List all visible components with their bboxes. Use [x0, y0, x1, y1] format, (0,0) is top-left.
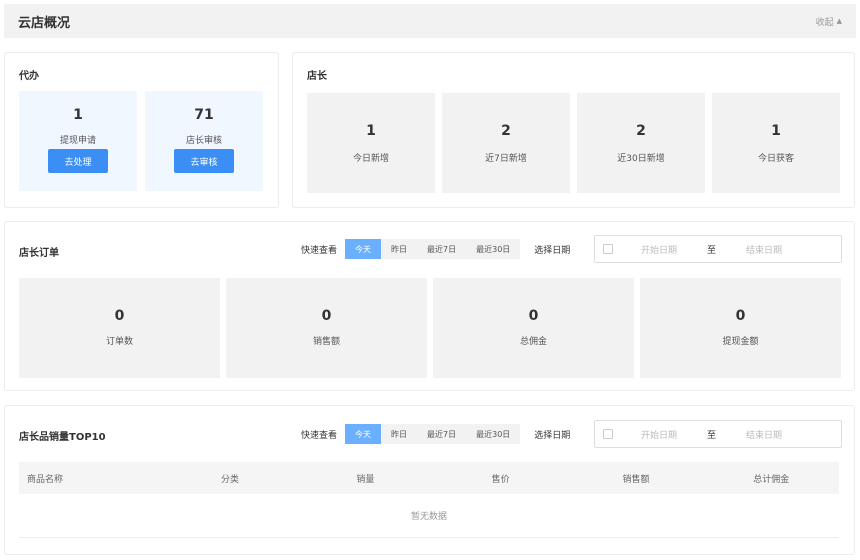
todo-panel: 代办 1 提现申请 去处理 71 店长审核 去审核 — [4, 52, 279, 208]
review-count: 71 — [194, 107, 214, 123]
filter-7days[interactable]: 最近7日 — [417, 239, 467, 259]
stat-label: 近7日新增 — [485, 154, 527, 164]
filter-30days[interactable]: 最近30日 — [466, 424, 521, 444]
select-date-label: 选择日期 — [534, 430, 571, 441]
stat-label: 近30日新增 — [617, 154, 665, 164]
stat-withdraw-amount: 0 提现金额 — [640, 278, 841, 378]
review-button[interactable]: 去审核 — [174, 149, 234, 173]
empty-state: 暂无数据 — [19, 494, 839, 538]
col-price[interactable]: 售价 — [433, 472, 568, 485]
todo-card-withdraw: 1 提现申请 去处理 — [19, 91, 137, 191]
caret-up-icon: ▲ — [836, 17, 842, 25]
stat-label: 订单数 — [105, 337, 133, 347]
calendar-icon — [603, 244, 613, 254]
orders-date-range[interactable]: 开始日期 至 结束日期 — [594, 235, 842, 263]
orders-title: 店长订单 — [19, 248, 59, 259]
start-date-input[interactable]: 开始日期 — [641, 428, 677, 441]
col-product-name[interactable]: 商品名称 — [19, 472, 162, 485]
manager-panel: 店长 1 今日新增 2 近7日新增 2 近30日新增 1 今日获客 — [292, 52, 855, 208]
end-date-input[interactable]: 结束日期 — [746, 428, 782, 441]
stat-label: 提现金额 — [722, 337, 759, 347]
stat-value: 1 — [771, 123, 781, 139]
top10-title: 店长品销量TOP10 — [19, 432, 106, 443]
quick-view-label: 快速查看 — [301, 430, 338, 441]
top10-panel: 店长品销量TOP10 快速查看 今天 昨日 最近7日 最近30日 选择日期 开始… — [4, 405, 855, 555]
stat-label: 今日新增 — [352, 154, 389, 164]
stat-value: 1 — [366, 123, 376, 139]
filter-today[interactable]: 今天 — [345, 424, 382, 444]
calendar-icon — [603, 429, 613, 439]
table-header: 商品名称 分类 销量 售价 销售额 总计佣金 — [19, 462, 839, 494]
filter-today[interactable]: 今天 — [345, 239, 382, 259]
quick-view-label: 快速查看 — [301, 245, 338, 256]
todo-card-review: 71 店长审核 去审核 — [145, 91, 263, 191]
stat-order-count: 0 订单数 — [19, 278, 220, 378]
select-date-label: 选择日期 — [534, 245, 571, 256]
col-sales[interactable]: 销售额 — [568, 472, 703, 485]
filter-7days[interactable]: 最近7日 — [417, 424, 467, 444]
stat-today-customers: 1 今日获客 — [712, 93, 840, 193]
stat-7day-new: 2 近7日新增 — [442, 93, 570, 193]
process-button[interactable]: 去处理 — [48, 149, 108, 173]
top10-quick-filter: 快速查看 今天 昨日 最近7日 最近30日 选择日期 — [301, 424, 578, 444]
stat-value: 0 — [528, 308, 539, 324]
col-quantity[interactable]: 销量 — [298, 472, 433, 485]
todo-title: 代办 — [19, 71, 39, 82]
page-title: 云店概况 — [18, 15, 71, 31]
collapse-toggle[interactable]: 收起 ▲ — [816, 15, 842, 28]
withdraw-label: 提现申请 — [59, 136, 96, 146]
review-label: 店长审核 — [185, 136, 222, 146]
stat-value: 0 — [114, 308, 125, 324]
stat-value: 0 — [321, 308, 332, 324]
range-separator: 至 — [707, 245, 717, 256]
stat-commission: 0 总佣金 — [433, 278, 634, 378]
col-commission[interactable]: 总计佣金 — [704, 472, 839, 485]
stat-today-new: 1 今日新增 — [307, 93, 435, 193]
orders-panel: 店长订单 快速查看 今天 昨日 最近7日 最近30日 选择日期 开始日期 至 结… — [4, 221, 855, 391]
filter-yesterday[interactable]: 昨日 — [381, 239, 418, 259]
filter-30days[interactable]: 最近30日 — [466, 239, 521, 259]
manager-title: 店长 — [307, 71, 327, 82]
col-category[interactable]: 分类 — [162, 472, 297, 485]
stat-label: 销售额 — [312, 337, 340, 347]
end-date-input[interactable]: 结束日期 — [746, 243, 782, 256]
stat-value: 2 — [501, 123, 511, 139]
start-date-input[interactable]: 开始日期 — [641, 243, 677, 256]
stat-label: 今日获客 — [757, 154, 794, 164]
stat-value: 2 — [636, 123, 646, 139]
orders-quick-filter: 快速查看 今天 昨日 最近7日 最近30日 选择日期 — [301, 239, 578, 259]
stat-sales: 0 销售额 — [226, 278, 427, 378]
stat-label: 总佣金 — [519, 337, 547, 347]
range-separator: 至 — [707, 430, 717, 441]
stat-30day-new: 2 近30日新增 — [577, 93, 705, 193]
overview-header: 云店概况 收起 ▲ — [4, 4, 856, 38]
stat-value: 0 — [735, 308, 746, 324]
withdraw-count: 1 — [73, 107, 83, 123]
top10-date-range[interactable]: 开始日期 至 结束日期 — [594, 420, 842, 448]
filter-yesterday[interactable]: 昨日 — [381, 424, 418, 444]
collapse-label: 收起 — [815, 17, 834, 28]
